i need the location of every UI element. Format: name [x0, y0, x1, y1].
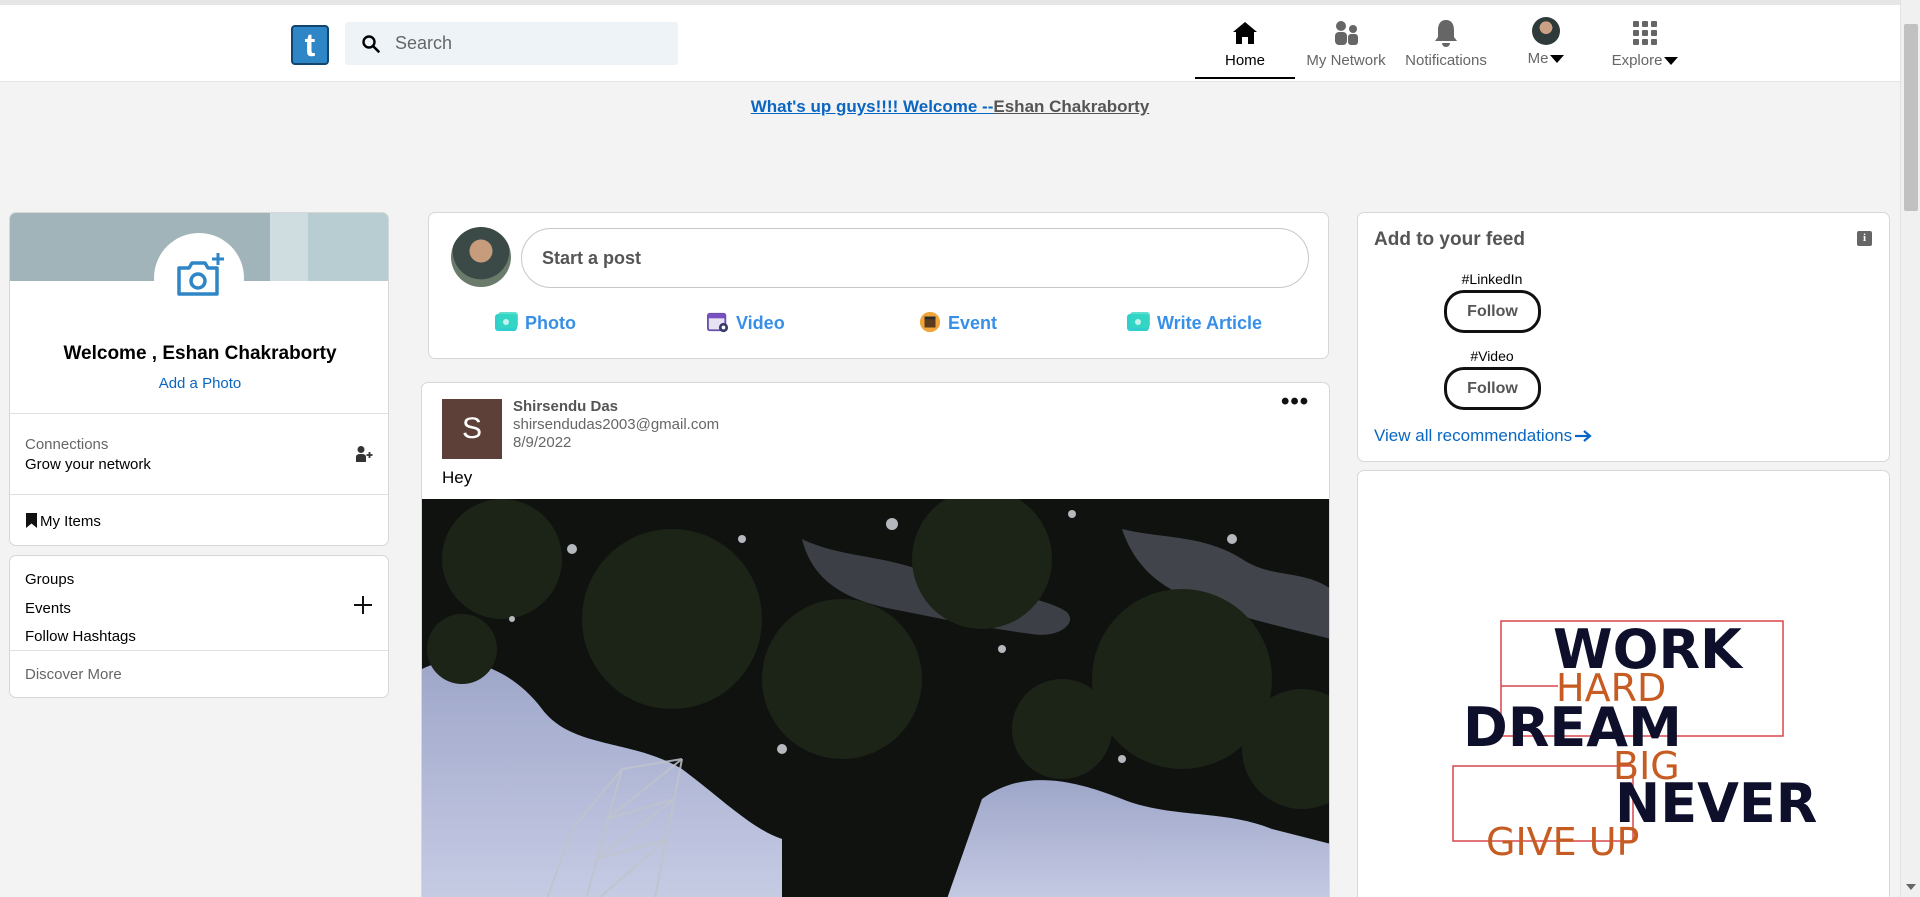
search-input[interactable]: [395, 22, 665, 65]
start-post-input[interactable]: Start a post: [521, 228, 1309, 288]
photo-icon: [495, 312, 518, 331]
post-author-name[interactable]: Shirsendu Das: [513, 398, 618, 415]
events-link[interactable]: Events: [25, 600, 71, 617]
welcome-banner-link[interactable]: What's up guys!!!! Welcome --: [751, 97, 994, 116]
feed-post: S Shirsendu Das shirsendudas2003@gmail.c…: [421, 382, 1330, 897]
write-article-button[interactable]: Write Article: [1127, 311, 1262, 334]
video-calendar-icon: [707, 312, 729, 333]
avatar: [1532, 17, 1560, 45]
nav-explore-label: Explore: [1600, 52, 1690, 69]
groups-link[interactable]: Groups: [25, 571, 74, 588]
divider: [10, 413, 388, 414]
divider: [10, 494, 388, 495]
bookmark-icon: [26, 513, 37, 528]
nav-my-network[interactable]: My Network: [1296, 17, 1396, 79]
add-photo-link[interactable]: Add a Photo: [10, 375, 388, 392]
hashtag-linkedin[interactable]: #LinkedIn: [1432, 271, 1552, 287]
post-date: 8/9/2022: [513, 434, 572, 451]
info-icon[interactable]: i: [1857, 231, 1872, 246]
connections-label[interactable]: Connections: [25, 436, 108, 453]
home-icon: [1233, 22, 1257, 44]
tree-canopy-photo: [422, 499, 1329, 897]
post-author-avatar[interactable]: S: [442, 399, 502, 459]
add-camera-icon: [177, 253, 224, 296]
add-to-feed-card: Add to your feed i #LinkedIn Follow #Vid…: [1357, 212, 1890, 462]
discover-more-link[interactable]: Discover More: [25, 666, 122, 683]
follow-hashtags-link[interactable]: Follow Hashtags: [25, 628, 136, 645]
quote-image: WORK HARD DREAM BIG NEVER GIVE UP: [1452, 618, 1817, 864]
nav-my-network-label: My Network: [1306, 52, 1386, 69]
scrollbar-thumb[interactable]: [1904, 24, 1918, 211]
search-box[interactable]: [345, 22, 678, 65]
nav-me[interactable]: Me: [1512, 17, 1580, 79]
post-text: Hey: [442, 468, 473, 487]
quote-word-6: GIVE UP: [1486, 820, 1639, 864]
my-items-link[interactable]: My Items: [25, 512, 101, 530]
write-article-label: Write Article: [1157, 313, 1263, 333]
nav-home-label: Home: [1224, 52, 1265, 69]
arrow-right-icon: [1575, 430, 1592, 442]
article-icon: [1127, 312, 1150, 331]
photo-label: Photo: [525, 313, 576, 333]
photo-button[interactable]: Photo: [495, 311, 576, 334]
nav-me-label: Me: [1512, 50, 1580, 67]
welcome-banner[interactable]: What's up guys!!!! Welcome --Eshan Chakr…: [0, 97, 1900, 117]
top-navbar: t Home My Network Notifications Me Explo…: [0, 5, 1900, 82]
add-to-feed-title: Add to your feed: [1374, 229, 1525, 250]
follow-linkedin-button[interactable]: Follow: [1444, 290, 1541, 333]
follow-video-button[interactable]: Follow: [1444, 367, 1541, 410]
vertical-scrollbar[interactable]: [1900, 0, 1920, 897]
view-all-label: View all recommendations: [1374, 426, 1573, 445]
quote-word-5: NEVER: [1615, 772, 1817, 835]
nav-home[interactable]: Home: [1195, 17, 1295, 79]
logo[interactable]: t: [291, 25, 329, 65]
caret-down-icon: [1550, 55, 1565, 64]
more-options-icon[interactable]: •••: [1281, 388, 1309, 416]
bell-icon: [1435, 20, 1457, 47]
profile-card: Welcome , Eshan Chakraborty Add a Photo …: [9, 212, 389, 546]
event-button[interactable]: Event: [918, 311, 997, 334]
start-post-card: Start a post Photo Video Event Write Art…: [428, 212, 1329, 359]
avatar[interactable]: [451, 227, 511, 287]
welcome-banner-name[interactable]: Eshan Chakraborty: [993, 97, 1149, 116]
video-button[interactable]: Video: [706, 311, 785, 334]
quote-image-card: WORK HARD DREAM BIG NEVER GIVE UP: [1357, 470, 1890, 897]
divider: [10, 650, 388, 651]
plus-icon[interactable]: [354, 596, 372, 614]
grid-icon: [1633, 21, 1657, 45]
nav-notifications[interactable]: Notifications: [1396, 17, 1496, 79]
profile-photo-placeholder[interactable]: [154, 233, 244, 323]
grow-network-link[interactable]: Grow your network: [25, 456, 151, 473]
add-person-icon[interactable]: [355, 445, 373, 463]
post-image[interactable]: [422, 499, 1329, 897]
post-author-email: shirsendudas2003@gmail.com: [513, 416, 720, 433]
hashtag-video[interactable]: #Video: [1432, 348, 1552, 364]
people-icon: [1335, 21, 1358, 45]
nav-explore[interactable]: Explore: [1600, 17, 1690, 79]
profile-name: Welcome , Eshan Chakraborty: [63, 343, 337, 364]
video-label: Video: [736, 313, 785, 333]
event-label: Event: [948, 313, 998, 333]
view-all-recommendations-link[interactable]: View all recommendations: [1374, 426, 1592, 446]
caret-down-icon: [1664, 57, 1679, 66]
search-icon: [362, 35, 380, 53]
event-icon: [919, 311, 941, 333]
scroll-down-icon[interactable]: [1906, 884, 1916, 890]
groups-card: Groups Events Follow Hashtags Discover M…: [9, 555, 389, 698]
nav-notifications-label: Notifications: [1405, 52, 1487, 69]
my-items-label: My Items: [40, 513, 101, 530]
